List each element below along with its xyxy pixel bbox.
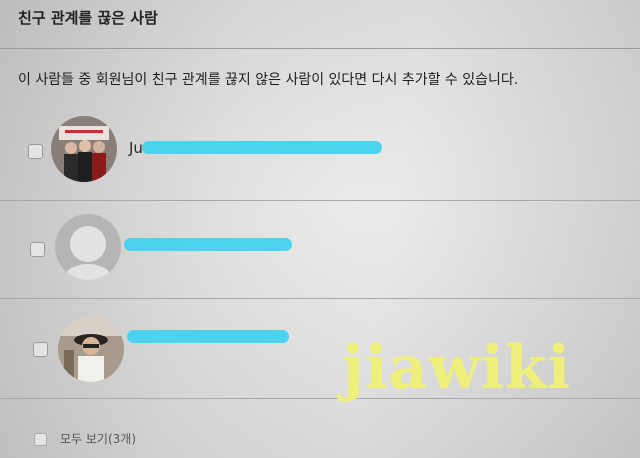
redaction-mark bbox=[127, 330, 289, 343]
select-person-2-checkbox[interactable] bbox=[30, 242, 45, 257]
header-divider bbox=[0, 48, 640, 49]
person-3-avatar[interactable] bbox=[58, 316, 124, 382]
person-1-name[interactable]: Ju bbox=[129, 139, 143, 157]
person-2-avatar[interactable] bbox=[55, 214, 121, 280]
description-text: 이 사람들 중 회원님이 친구 관계를 끊지 않은 사람이 있다면 다시 추가할… bbox=[18, 72, 519, 88]
row-divider bbox=[0, 298, 640, 299]
photo-avatar-icon bbox=[58, 316, 124, 382]
person-1-avatar[interactable] bbox=[51, 116, 117, 182]
default-person-silhouette-icon bbox=[55, 214, 121, 280]
page-title: 친구 관계를 끊은 사람 bbox=[18, 9, 158, 27]
redaction-mark bbox=[124, 238, 292, 251]
select-person-1-checkbox[interactable] bbox=[28, 144, 43, 159]
select-person-3-checkbox[interactable] bbox=[33, 342, 48, 357]
row-divider bbox=[0, 200, 640, 201]
watermark-text: jiawiki bbox=[342, 333, 572, 403]
redaction-mark bbox=[142, 141, 382, 154]
show-all-checkbox[interactable] bbox=[34, 433, 47, 446]
show-all-link[interactable]: 모두 보기(3개) bbox=[60, 430, 136, 447]
photo-avatar-icon bbox=[51, 116, 117, 182]
